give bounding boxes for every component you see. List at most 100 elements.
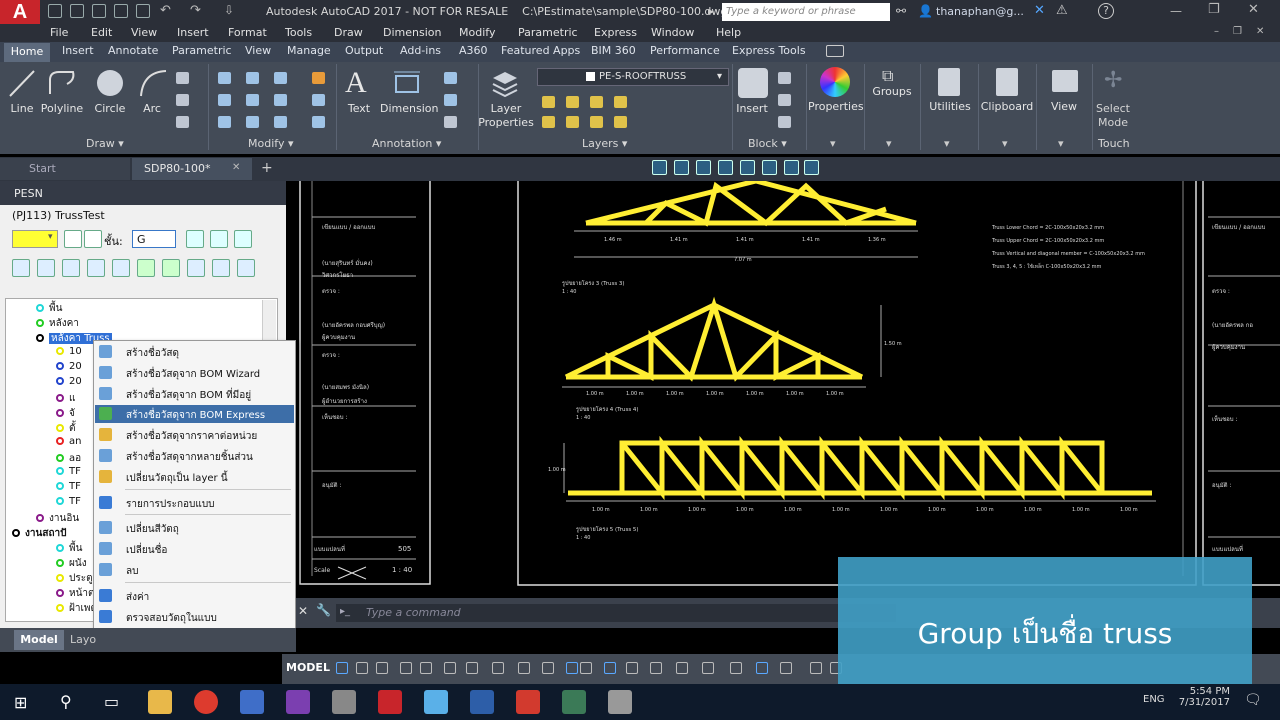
rotate-icon[interactable] (246, 72, 259, 84)
menu-draw[interactable]: Draw (334, 26, 363, 39)
doc-window-controls[interactable]: –❐✕ (1214, 26, 1278, 37)
customize-icon[interactable]: 🔧 (316, 603, 331, 617)
notifications-icon[interactable]: 🗨 (1244, 692, 1262, 708)
menu-view[interactable]: View (131, 26, 157, 39)
undo-icon[interactable]: ↶ (160, 3, 171, 18)
print-icon[interactable] (136, 4, 150, 18)
close-button[interactable]: ✕ (1248, 2, 1259, 17)
system-clock[interactable]: 5:54 PM 7/31/2017 (1170, 686, 1230, 708)
status-toggle-icon[interactable] (400, 662, 412, 674)
scale-icon[interactable] (246, 116, 259, 128)
draw-panel-title[interactable]: Draw ▾ (86, 137, 124, 150)
hatch-icon[interactable] (176, 94, 189, 106)
tab-output[interactable]: Output (345, 44, 383, 57)
tab-model[interactable]: Model (14, 630, 64, 650)
clipboard-expand-icon[interactable]: ▾ (1002, 137, 1008, 150)
help-search-input[interactable]: Type a keyword or phrase (722, 3, 890, 21)
workspace-dropdown-icon[interactable]: ⇩ (224, 3, 234, 17)
select-mode-button[interactable]: Select Mode (1094, 102, 1132, 130)
menu-insert[interactable]: Insert (177, 26, 209, 39)
mini-toolbar-icon-8[interactable] (804, 160, 819, 175)
dimension-button[interactable]: Dimension (380, 102, 438, 115)
context-menu-item[interactable]: รายการประกอบแบบ (95, 494, 294, 512)
table-icon[interactable] (444, 116, 457, 128)
tool-settings-icon[interactable] (237, 259, 255, 277)
search-expand-icon[interactable]: ▸ (708, 4, 714, 18)
ribbon-toggle-icon[interactable] (826, 45, 844, 57)
mini-toolbar-icon-4[interactable] (718, 160, 733, 175)
modify-panel-title[interactable]: Modify ▾ (248, 137, 293, 150)
tool-shape-icon[interactable] (112, 259, 130, 277)
status-toggle-icon[interactable] (518, 662, 530, 674)
menu-express[interactable]: Express (594, 26, 637, 39)
r-app-icon[interactable] (470, 690, 494, 714)
leader-icon[interactable] (444, 72, 457, 84)
tab-addins[interactable]: Add-ins (400, 44, 441, 57)
line-button[interactable]: Line (4, 102, 40, 115)
layer-freeze-icon[interactable] (566, 96, 579, 108)
status-toggle-icon[interactable] (566, 662, 578, 674)
status-toggle-icon[interactable] (336, 662, 348, 674)
view-button[interactable]: View (1040, 100, 1088, 113)
app-infinity-icon[interactable] (240, 690, 264, 714)
floor-select[interactable]: G (132, 230, 176, 248)
language-indicator[interactable]: ENG (1143, 694, 1165, 705)
offset-icon[interactable] (312, 116, 325, 128)
menu-parametric[interactable]: Parametric (518, 26, 578, 39)
task-view-icon[interactable]: ▭ (104, 692, 119, 711)
context-menu-item[interactable]: ลบ (95, 561, 294, 579)
tab-parametric[interactable]: Parametric (172, 44, 232, 57)
context-menu-item[interactable]: เปลี่ยนสีวัตถุ (95, 519, 294, 537)
tab-view[interactable]: View (245, 44, 271, 57)
tree-node[interactable]: แ (56, 391, 75, 406)
polyline-button[interactable]: Polyline (40, 102, 84, 115)
status-toggle-icon[interactable] (542, 662, 554, 674)
layer-previous-icon[interactable] (566, 116, 579, 128)
tool-box-icon[interactable] (62, 259, 80, 277)
tree-node[interactable]: TF (56, 466, 81, 477)
tab-a360[interactable]: A360 (459, 44, 488, 57)
tree-node[interactable]: TF (56, 481, 81, 492)
pdf-app-icon[interactable] (516, 690, 540, 714)
status-toggle-icon[interactable] (492, 662, 504, 674)
tree-node[interactable]: จั (56, 406, 75, 421)
context-menu-item[interactable]: เปลี่ยนชื่อ (95, 540, 294, 558)
move-icon[interactable] (218, 72, 231, 84)
status-toggle-icon[interactable] (702, 662, 714, 674)
menu-modify[interactable]: Modify (459, 26, 495, 39)
bulb-icon[interactable] (84, 230, 102, 248)
context-menu-item[interactable]: สร้างชื่อวัสดุจาก BOM ที่มีอยู่ (95, 385, 294, 403)
layer-match-icon[interactable] (542, 116, 555, 128)
context-menu-item[interactable]: ตรวจสอบวัตถุในแบบ (95, 608, 294, 626)
tab-featured-apps[interactable]: Featured Apps (501, 44, 580, 57)
utilities-expand-icon[interactable]: ▾ (944, 137, 950, 150)
status-toggle-icon[interactable] (466, 662, 478, 674)
region-icon[interactable] (176, 116, 189, 128)
menu-dimension[interactable]: Dimension (383, 26, 441, 39)
status-toggle-icon[interactable] (650, 662, 662, 674)
open-file-icon[interactable] (70, 4, 84, 18)
status-toggle-icon[interactable] (420, 662, 432, 674)
context-menu-item[interactable]: เปลี่ยนวัตถุเป็น layer นี้ (95, 468, 294, 486)
tree-node[interactable]: 20 (56, 361, 82, 372)
mirror-icon[interactable] (246, 94, 259, 106)
layer-isolate-icon[interactable] (542, 96, 555, 108)
points-icon[interactable] (210, 230, 228, 248)
layer-dropdown[interactable]: PE-S-ROOFTRUSS ▾ (537, 68, 729, 86)
mini-toolbar-icon-1[interactable] (652, 160, 667, 175)
layers-panel-title[interactable]: Layers ▾ (582, 137, 627, 150)
tab-express-tools[interactable]: Express Tools (732, 44, 806, 57)
tree-node[interactable]: an (56, 436, 81, 447)
status-toggle-icon[interactable] (810, 662, 822, 674)
context-menu-item[interactable]: ส่งค่า (95, 587, 294, 605)
tool-list-icon[interactable] (162, 259, 180, 277)
user-account[interactable]: thanaphan@g... (936, 5, 1024, 18)
context-menu-item[interactable]: สร้างชื่อวัสดุจากราคาต่อหน่วย (95, 426, 294, 444)
layer-off-icon[interactable] (590, 96, 603, 108)
refresh-icon[interactable] (234, 230, 252, 248)
circle-button[interactable]: Circle (90, 102, 130, 115)
tab-manage[interactable]: Manage (287, 44, 331, 57)
menu-edit[interactable]: Edit (91, 26, 112, 39)
context-menu-item[interactable]: สร้างชื่อวัสดุจาก BOM Wizard (95, 364, 294, 382)
mini-toolbar-icon-5[interactable] (740, 160, 755, 175)
